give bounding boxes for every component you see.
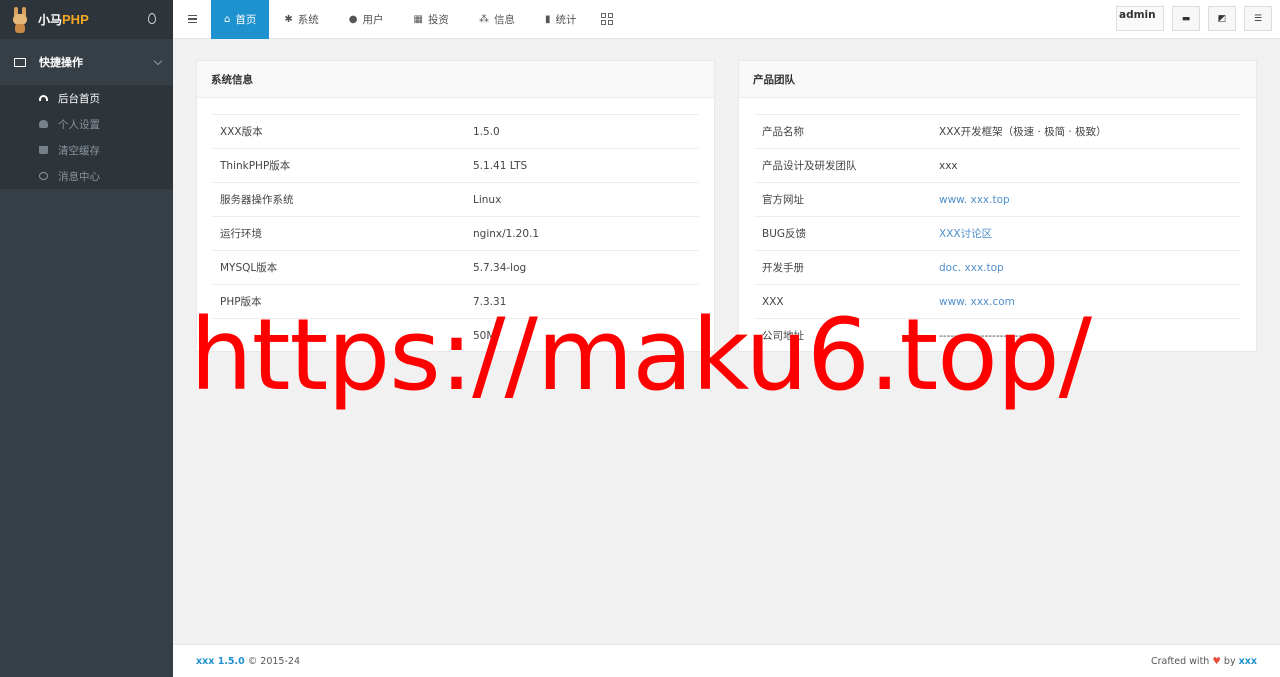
logo[interactable]: 小马PHP: [0, 0, 173, 39]
footer-version-link[interactable]: xxx 1.5.0: [196, 656, 245, 667]
panel-title: 系统信息: [197, 61, 714, 98]
sidebar-group-quick-actions[interactable]: 快捷操作: [0, 39, 173, 85]
row-key: 产品名称: [762, 126, 804, 138]
user-icon: ●: [348, 13, 358, 25]
row-key: XXX版本: [220, 126, 263, 138]
tab-label: 投资: [427, 13, 449, 26]
gear-icon: ✱: [284, 13, 293, 25]
footer-left: xxx 1.5.0 © 2015-24: [196, 656, 300, 667]
trash-icon: ▬: [1181, 13, 1191, 24]
tab-info[interactable]: ⁂ 信息: [464, 0, 530, 39]
website-link[interactable]: www. xxx.top: [939, 194, 1010, 206]
table-row: BUG反馈 XXX讨论区: [754, 216, 1241, 250]
row-key: MYSQL版本: [220, 262, 278, 274]
row-value: nginx/1.20.1: [473, 227, 540, 240]
sidebar: 小马PHP 快捷操作 后台首页 个人设置 清空缓存 消息中心: [0, 0, 173, 677]
trash-icon: [39, 146, 48, 154]
row-value: XXX开发框架（极速 · 极简 · 极致）: [939, 126, 1107, 138]
list-icon: ☰: [1253, 13, 1263, 24]
mascot-logo-icon: [12, 6, 28, 33]
expand-icon: ◩: [1217, 13, 1227, 24]
user-icon: [39, 120, 48, 128]
row-value: Linux: [473, 193, 502, 206]
table-row: XXX版本 1.5.0: [212, 114, 699, 148]
sidebar-item-label: 清空缓存: [58, 144, 100, 157]
chevron-down-icon: [153, 56, 163, 66]
row-key: 运行环境: [220, 228, 262, 240]
tab-label: 首页: [235, 13, 257, 26]
tab-label: 用户: [362, 13, 384, 26]
sidebar-item-label: 个人设置: [58, 118, 100, 131]
chat-icon: [39, 172, 48, 180]
footer-right: Crafted with ♥ by xxx: [1151, 656, 1257, 667]
sidebar-item-messages[interactable]: 消息中心: [0, 163, 173, 189]
row-key: 开发手册: [762, 262, 804, 274]
dashboard-icon: [39, 95, 48, 101]
fullscreen-button[interactable]: ◩: [1208, 6, 1236, 31]
row-key: BUG反馈: [762, 228, 807, 240]
sidebar-item-clear-cache[interactable]: 清空缓存: [0, 137, 173, 163]
folder-open-icon: [14, 57, 26, 67]
theme-drop-icon[interactable]: [148, 13, 156, 24]
docs-link[interactable]: doc. xxx.top: [939, 262, 1004, 274]
footer-author-link[interactable]: xxx: [1239, 656, 1257, 667]
row-value: 5.7.34-log: [473, 261, 527, 274]
brand-name-cn: 小马: [38, 13, 63, 27]
url-watermark: https://maku6.top/: [190, 298, 1092, 413]
row-value: 5.1.41 LTS: [473, 159, 528, 172]
clear-cache-button[interactable]: ▬: [1172, 6, 1200, 31]
tab-system[interactable]: ✱ 系统: [269, 0, 333, 39]
brand-name: 小马PHP: [38, 11, 89, 28]
footer: xxx 1.5.0 © 2015-24 Crafted with ♥ by xx…: [173, 644, 1280, 677]
tab-investment[interactable]: ▦ 投资: [398, 0, 463, 39]
sidebar-item-profile[interactable]: 个人设置: [0, 111, 173, 137]
sidebar-item-label: 消息中心: [58, 170, 100, 183]
bug-forum-link[interactable]: XXX讨论区: [939, 226, 992, 241]
table-row: 官方网址 www. xxx.top: [754, 182, 1241, 216]
footer-by-text: by: [1223, 655, 1236, 667]
tab-users[interactable]: ● 用户: [334, 0, 399, 39]
tab-label: 统计: [555, 13, 577, 26]
row-value: 1.5.0: [473, 125, 500, 138]
table-row: 运行环境 nginx/1.20.1: [212, 216, 699, 250]
header-tools: admin ▬ ◩ ☰: [1116, 6, 1272, 31]
sidebar-submenu: 后台首页 个人设置 清空缓存 消息中心: [0, 85, 173, 189]
table-row: 开发手册 doc. xxx.top: [754, 250, 1241, 284]
table-row: ThinkPHP版本 5.1.41 LTS: [212, 148, 699, 182]
top-navbar: ⌂ 首页 ✱ 系统 ● 用户 ▦ 投资 ⁂ 信息 ▮ 统计 admin ▬ ◩ ☰: [173, 0, 1280, 39]
sidebar-group-label: 快捷操作: [39, 56, 83, 69]
sidebar-item-label: 后台首页: [58, 92, 100, 105]
bar-chart-icon: ▮: [544, 13, 551, 25]
row-value: xxx: [939, 159, 958, 172]
row-key: ThinkPHP版本: [220, 160, 291, 172]
tab-statistics[interactable]: ▮ 统计: [530, 0, 592, 39]
table-row: 服务器操作系统 Linux: [212, 182, 699, 216]
panel-title: 产品团队: [739, 61, 1256, 98]
menu-toggle-button[interactable]: [173, 0, 211, 39]
footer-crafted-text: Crafted with: [1151, 655, 1210, 667]
tab-label: 系统: [297, 13, 319, 26]
table-row: 产品名称 XXX开发框架（极速 · 极简 · 极致）: [754, 114, 1241, 148]
sidebar-item-dashboard[interactable]: 后台首页: [0, 85, 173, 111]
row-key: 官方网址: [762, 194, 804, 206]
grid-apps-icon[interactable]: [601, 13, 614, 25]
share-icon: ⁂: [478, 13, 489, 25]
avatar-alt-text: admin: [1119, 9, 1156, 21]
tab-label: 信息: [493, 13, 515, 26]
table-row: MYSQL版本 5.7.34-log: [212, 250, 699, 284]
avatar[interactable]: admin: [1116, 6, 1164, 31]
footer-copyright: © 2015-24: [247, 655, 300, 667]
settings-panel-button[interactable]: ☰: [1244, 6, 1272, 31]
brand-name-en: PHP: [62, 12, 89, 27]
row-key: 服务器操作系统: [220, 194, 294, 206]
table-row: 产品设计及研发团队 xxx: [754, 148, 1241, 182]
heart-icon: ♥: [1212, 655, 1221, 667]
tab-home[interactable]: ⌂ 首页: [211, 0, 270, 39]
row-key: 产品设计及研发团队: [762, 160, 857, 172]
bank-icon: ▦: [413, 13, 423, 25]
home-icon: ⌂: [224, 13, 231, 25]
